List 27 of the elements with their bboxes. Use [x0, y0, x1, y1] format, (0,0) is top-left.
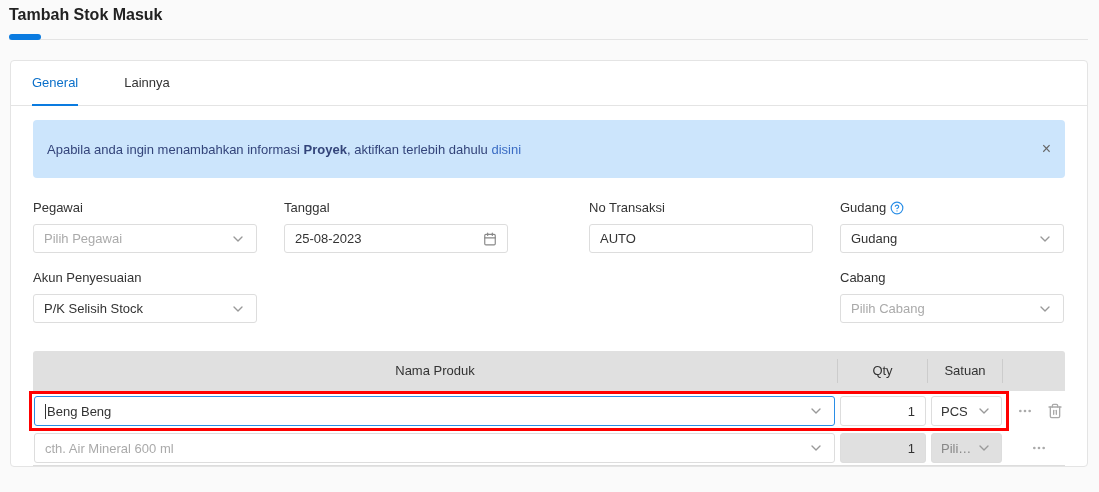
field-label: Tanggal	[284, 200, 330, 216]
alert-message: Apabila anda ingin menambahkan informasi Proyek, aktifkan terlebih dahulu disini	[47, 141, 522, 157]
close-button[interactable]: ×	[1041, 141, 1051, 157]
field-label: Pegawai	[33, 200, 83, 216]
title-accent	[9, 34, 41, 40]
qty-field[interactable]: 1	[840, 396, 926, 426]
column-header: Nama Produk	[33, 359, 838, 383]
field-label: Akun Penyesuaian	[33, 270, 142, 286]
dropdown[interactable]: P/K Selisih Stock	[33, 294, 257, 323]
enable-link[interactable]: disini	[491, 141, 522, 157]
dropdown[interactable]: Gudang	[840, 224, 1064, 253]
field-label: Gudang	[840, 200, 887, 216]
help-icon[interactable]	[890, 201, 905, 215]
product-dropdown[interactable]: Beng Beng	[34, 396, 835, 426]
calendar-icon	[483, 231, 497, 246]
field-label: Cabang	[840, 270, 886, 286]
tab[interactable]: Lainnya	[124, 61, 170, 106]
tab[interactable]: General	[32, 61, 79, 106]
unit-dropdown[interactable]: PCS	[931, 396, 1002, 426]
date-field[interactable]: 25-08-2023	[284, 224, 508, 253]
column-header: Satuan	[928, 359, 1003, 383]
input-field[interactable]: AUTO	[589, 224, 813, 253]
field-label: No Transaksi	[589, 200, 665, 216]
delete-icon[interactable]	[1047, 403, 1063, 419]
column-header: Qty	[838, 359, 928, 383]
text-cursor	[45, 403, 46, 419]
page-title: Tambah Stok Masuk	[9, 6, 164, 24]
